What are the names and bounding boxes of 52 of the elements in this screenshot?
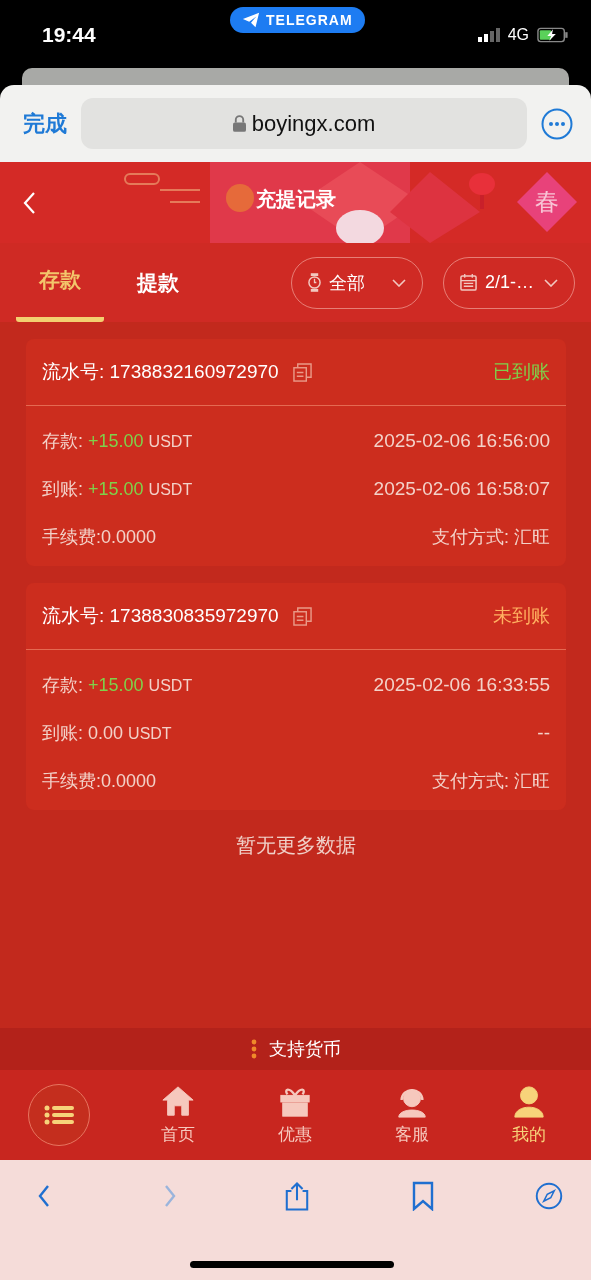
- bookmark-icon: [410, 1181, 435, 1211]
- status-label: 已到账: [493, 360, 550, 384]
- back-icon: [37, 1184, 51, 1208]
- amount-text: 存款: +15.00 USDT: [42, 430, 193, 453]
- timestamp: --: [537, 722, 550, 744]
- more-options-icon[interactable]: [541, 107, 573, 140]
- timestamp: 2025-02-06 16:56:00: [373, 430, 550, 452]
- paper-plane-icon: [242, 11, 260, 29]
- app-return-pill[interactable]: TELEGRAM: [230, 7, 365, 33]
- person-icon: [511, 1084, 546, 1119]
- copy-icon[interactable]: [292, 606, 312, 626]
- network-type: 4G: [507, 26, 529, 44]
- section-heading: 支持货币: [268, 1038, 341, 1061]
- share-icon: [283, 1180, 310, 1212]
- amount-text: 到账: 0.00 USDT: [42, 722, 172, 745]
- spring-badge: 春: [517, 172, 577, 232]
- chevron-down-icon: [544, 278, 558, 287]
- payment-method: 支付方式: 汇旺: [432, 770, 550, 793]
- compass-button[interactable]: [535, 1180, 563, 1212]
- status-label: 未到账: [493, 604, 550, 628]
- serial-number: 流水号: 1738832160972970: [42, 360, 279, 384]
- signal-icon: [477, 28, 500, 42]
- timestamp: 2025-02-06 16:58:07: [373, 478, 550, 500]
- back-icon[interactable]: [22, 190, 36, 215]
- address-bar[interactable]: boyingx.com: [81, 98, 527, 149]
- dots-icon: [250, 1039, 257, 1059]
- forward-icon: [163, 1184, 178, 1208]
- calendar-icon: [460, 274, 477, 291]
- nav-tab[interactable]: 客服: [353, 1084, 471, 1146]
- page-title: 充提记录: [254, 187, 337, 212]
- serial-number: 流水号: 1738830835972970: [42, 604, 279, 628]
- chevron-down-icon: [392, 278, 406, 287]
- nav-tab[interactable]: 首页: [120, 1084, 237, 1146]
- clock-time: 19:44: [42, 23, 96, 47]
- lock-icon: [232, 115, 246, 132]
- amount-text: 存款: +15.00 USDT: [42, 674, 193, 697]
- nav-tab[interactable]: 我的: [470, 1084, 587, 1146]
- home-icon: [161, 1084, 196, 1119]
- amount-text: 到账: +15.00 USDT: [42, 478, 193, 501]
- payment-method: 支付方式: 汇旺: [432, 526, 550, 549]
- no-more-data-text: 暂无更多数据: [234, 833, 357, 858]
- tab[interactable]: 提款: [114, 243, 202, 322]
- fee-text: 手续费:0.0000: [42, 526, 157, 549]
- timestamp: 2025-02-06 16:33:55: [373, 674, 550, 696]
- nav-tab[interactable]: 优惠: [236, 1084, 354, 1146]
- done-button[interactable]: 完成: [23, 108, 67, 139]
- fee-text: 手续费:0.0000: [42, 770, 157, 793]
- list-icon: [44, 1105, 74, 1125]
- copy-icon[interactable]: [292, 362, 312, 382]
- battery-charging-icon: [537, 27, 569, 43]
- watch-icon: [308, 273, 321, 292]
- compass-icon: [535, 1180, 563, 1212]
